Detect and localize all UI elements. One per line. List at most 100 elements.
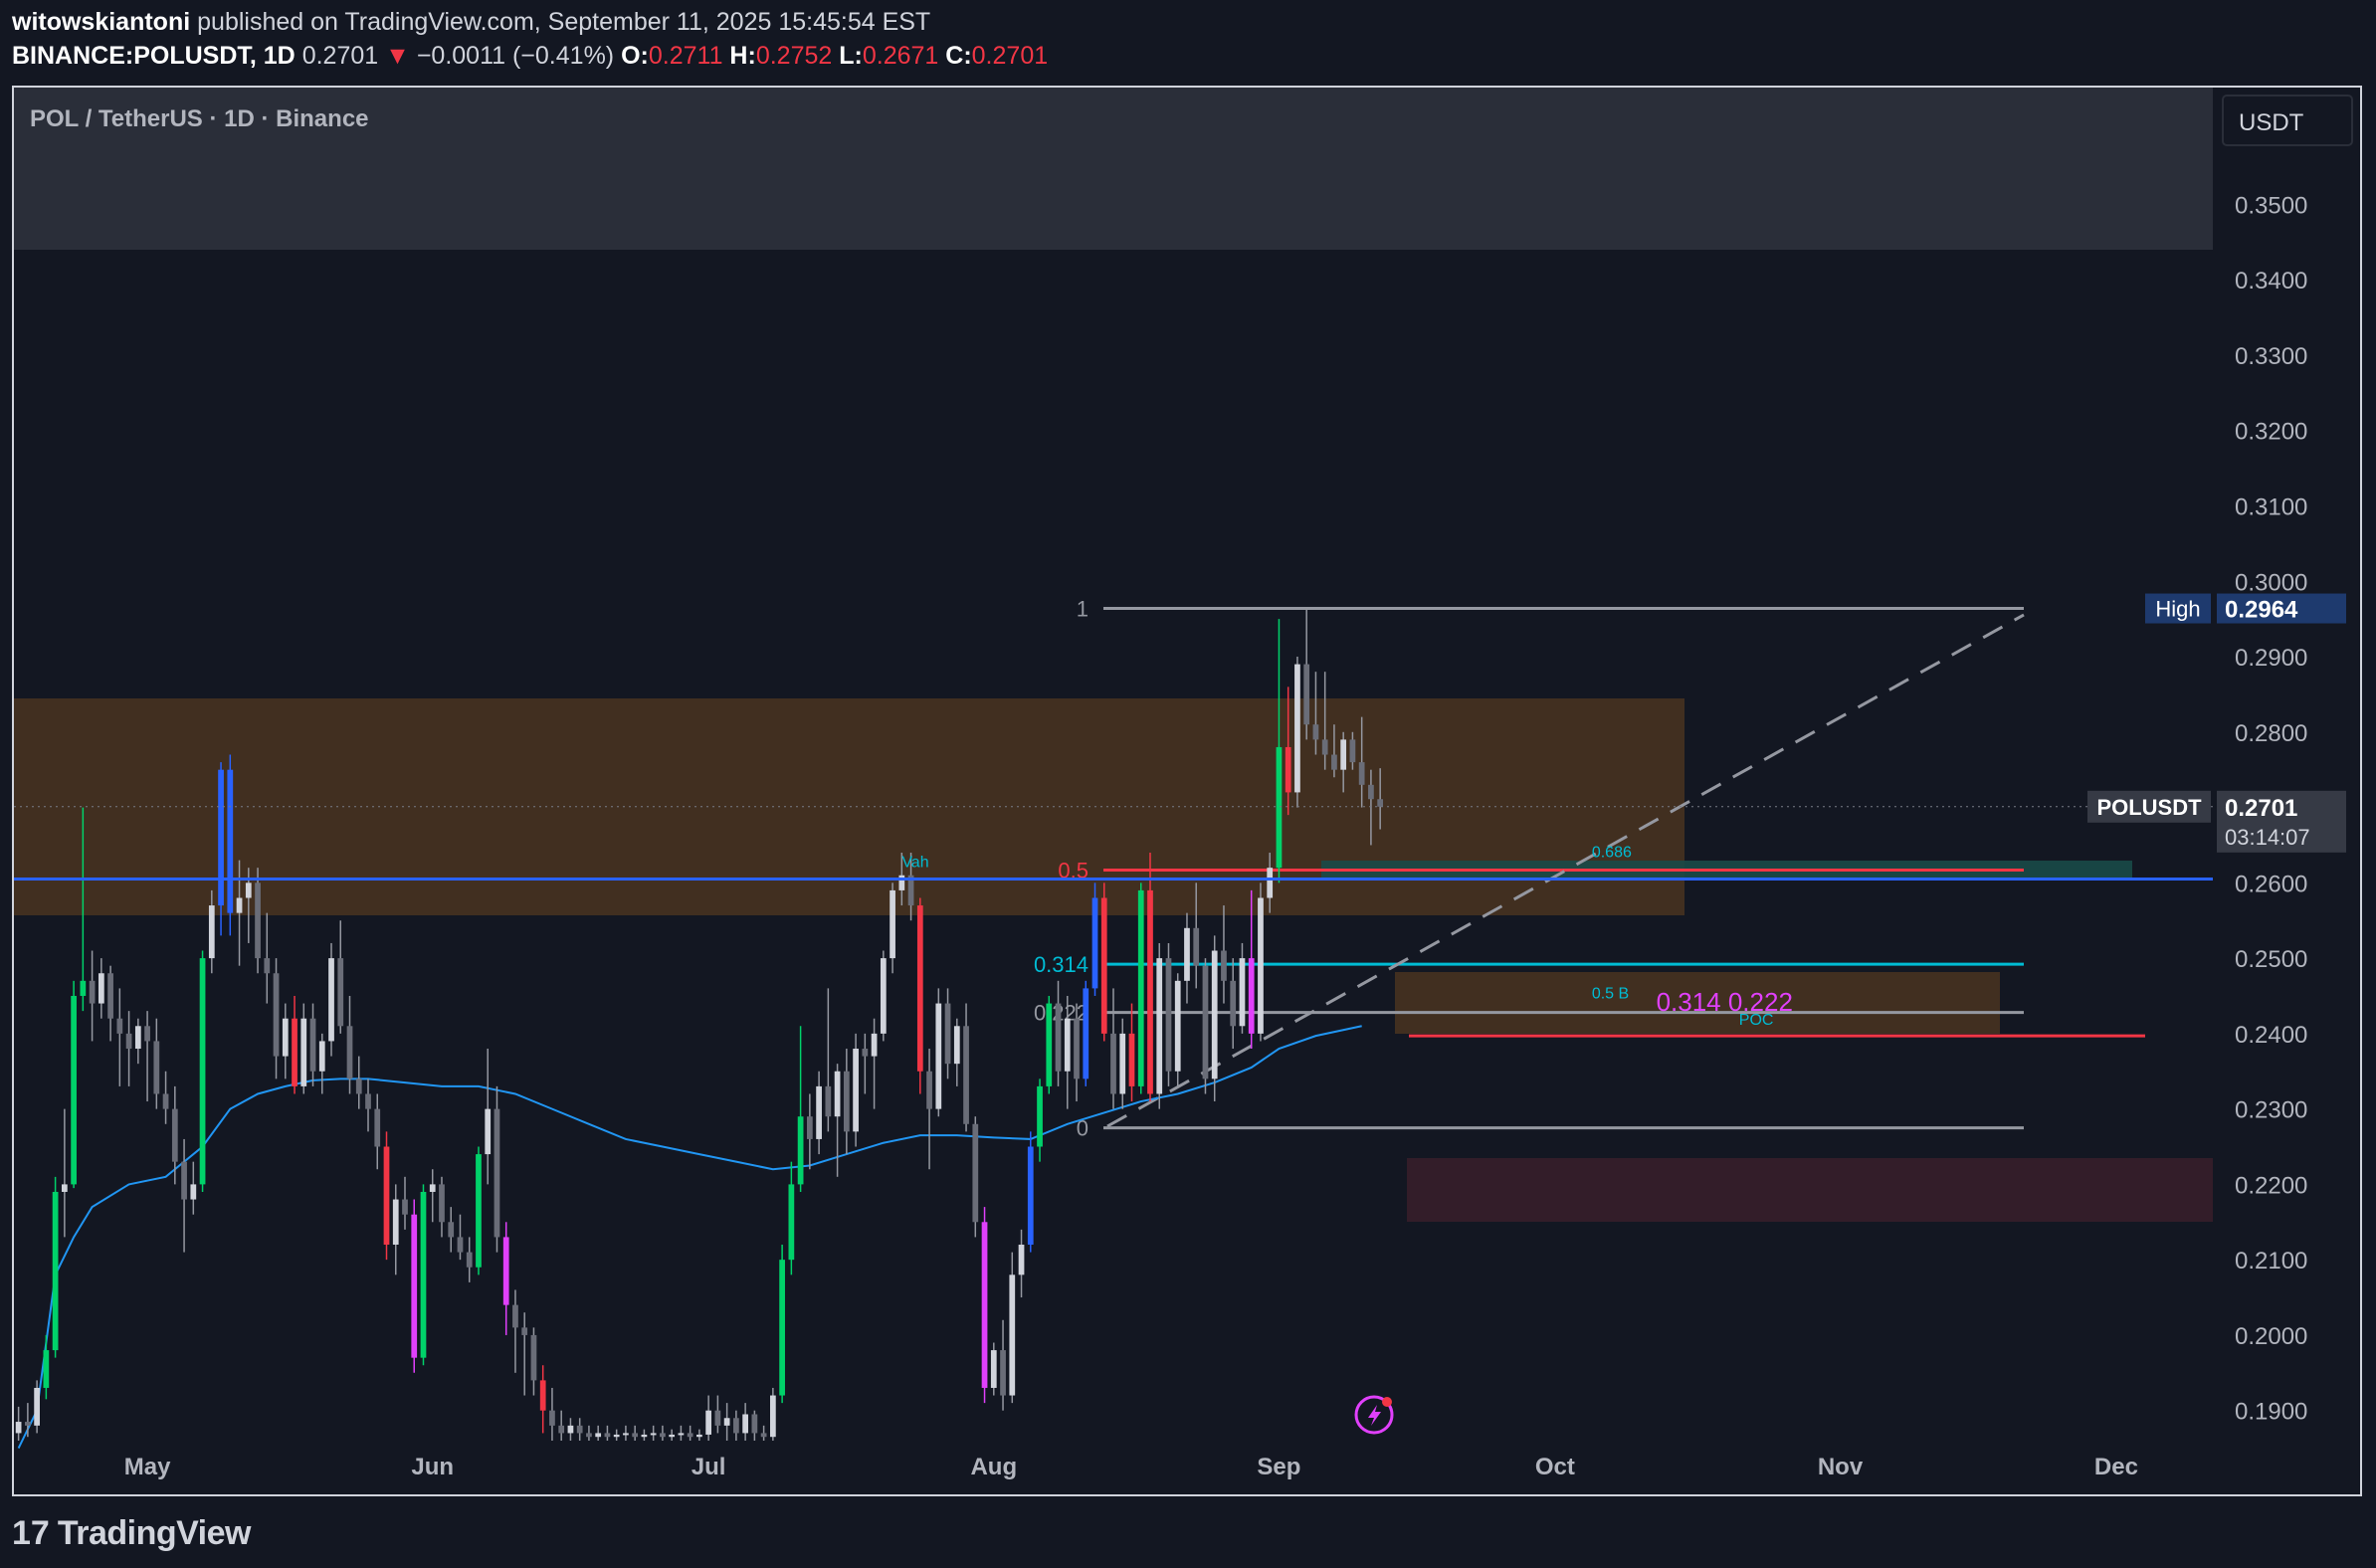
y-tick-label: 0.2800 — [2235, 720, 2307, 747]
candle-body — [669, 1434, 676, 1438]
candle-body — [843, 1071, 850, 1132]
y-tick-label: 0.2600 — [2235, 871, 2307, 897]
candle-body — [1064, 1018, 1071, 1072]
low-value: 0.2671 — [862, 42, 939, 70]
candle-body — [1083, 988, 1089, 1079]
candle-body — [880, 958, 887, 1034]
candle-body — [558, 1425, 565, 1434]
candle-body — [1119, 1033, 1126, 1094]
author-name[interactable]: witowskiantoni — [12, 8, 190, 36]
candle-body — [1239, 958, 1246, 1027]
candle-body — [107, 973, 113, 1019]
candle-body — [15, 1422, 22, 1434]
candle-body — [236, 897, 243, 913]
candle-body — [411, 1214, 418, 1358]
candle-body — [1055, 1003, 1062, 1072]
candle-body — [457, 1237, 464, 1253]
candle-body — [1258, 897, 1264, 1034]
price-chart[interactable]: 10.50.3140.2220 Vah0.6860.5 B 0.314 0.222… — [14, 88, 2360, 1494]
candle-body — [89, 980, 96, 1004]
candle-body — [318, 1041, 325, 1072]
candle-body — [696, 1434, 702, 1438]
symbol-name: BINANCE:POLUSDT, 1D — [12, 42, 296, 70]
candle-body — [1156, 958, 1163, 1094]
candle-body — [742, 1414, 748, 1434]
candle-body — [1276, 746, 1283, 869]
candle-body — [1137, 889, 1144, 1086]
publisher-line: witowskiantoni published on TradingView.… — [12, 8, 930, 37]
candle-body — [1193, 927, 1200, 966]
x-tick-label: Aug — [970, 1454, 1017, 1480]
candle-body — [834, 1071, 841, 1117]
candle-body — [71, 995, 77, 1185]
candle-body — [374, 1108, 381, 1147]
candle-body — [760, 1433, 767, 1438]
candle-body — [990, 1350, 997, 1388]
candle-body — [705, 1410, 712, 1435]
candle-body — [328, 958, 334, 1042]
x-tick-label: Oct — [1535, 1454, 1575, 1480]
y-tick-label: 0.2400 — [2235, 1022, 2307, 1049]
candle-body — [1100, 897, 1107, 1034]
candle-body — [1074, 1018, 1080, 1079]
candle-body — [1312, 724, 1319, 740]
candle-body — [1037, 1085, 1043, 1147]
candle-body — [788, 1184, 795, 1261]
high-badge-label: High — [2155, 597, 2200, 622]
candle-body — [1303, 664, 1310, 725]
candle-body — [1174, 980, 1181, 1072]
candle-body — [282, 1018, 289, 1057]
candle-body — [392, 1199, 399, 1246]
tradingview-wordmark: TradingView — [57, 1513, 252, 1552]
candle-body — [153, 1041, 160, 1094]
close-value: 0.2701 — [971, 42, 1049, 70]
candle-body — [1349, 739, 1356, 763]
candle-body — [1230, 980, 1237, 1027]
candle-body — [963, 1026, 969, 1124]
candle-body — [227, 769, 234, 913]
candle-body — [264, 958, 271, 974]
candle-body — [567, 1425, 574, 1434]
fib-level-label: 1 — [1077, 597, 1089, 622]
y-tick-label: 0.2300 — [2235, 1097, 2307, 1124]
last-badge-value: 0.2701 — [2225, 795, 2297, 822]
candle-body — [1368, 784, 1374, 800]
last-price: 0.2701 — [301, 42, 379, 70]
y-tick-label: 0.1900 — [2235, 1399, 2307, 1426]
candle-body — [714, 1410, 721, 1426]
candle-body — [521, 1327, 528, 1335]
candle-body — [632, 1433, 639, 1438]
candle-body — [1377, 799, 1384, 807]
candle-body — [935, 1003, 942, 1109]
candle-body — [926, 1071, 932, 1109]
candle-body — [797, 1116, 804, 1185]
candle-body — [613, 1434, 620, 1438]
close-label: C: — [945, 42, 972, 70]
annotation-label: Vah — [901, 854, 928, 871]
candle-body — [190, 1184, 197, 1200]
candle-body — [898, 875, 905, 890]
footer-brand[interactable]: 17 TradingView — [12, 1508, 251, 1558]
candle-body — [448, 1222, 455, 1238]
candle-body — [300, 1018, 307, 1086]
candle-body — [199, 958, 206, 1185]
last-badge-label: POLUSDT — [2096, 795, 2202, 820]
candle-body — [429, 1184, 436, 1192]
candle-body — [512, 1304, 518, 1328]
price-change: −0.0011 (−0.41%) — [416, 42, 615, 70]
candle-body — [641, 1434, 648, 1438]
candle-body — [751, 1414, 758, 1434]
candle-body — [171, 1108, 178, 1162]
y-tick-label: 0.2900 — [2235, 645, 2307, 672]
y-tick-label: 0.3000 — [2235, 569, 2307, 596]
demand-zone — [1407, 1158, 2213, 1222]
candle-body — [466, 1252, 473, 1268]
candle-body — [355, 1078, 362, 1094]
x-tick-label: Sep — [1257, 1454, 1300, 1480]
fib-level-label: 0.222 — [1034, 1001, 1089, 1026]
candle-body — [687, 1433, 693, 1438]
candle-body — [80, 980, 87, 996]
candle-body — [779, 1260, 785, 1396]
high-badge-value: 0.2964 — [2225, 597, 2298, 624]
candle-body — [1009, 1274, 1016, 1396]
